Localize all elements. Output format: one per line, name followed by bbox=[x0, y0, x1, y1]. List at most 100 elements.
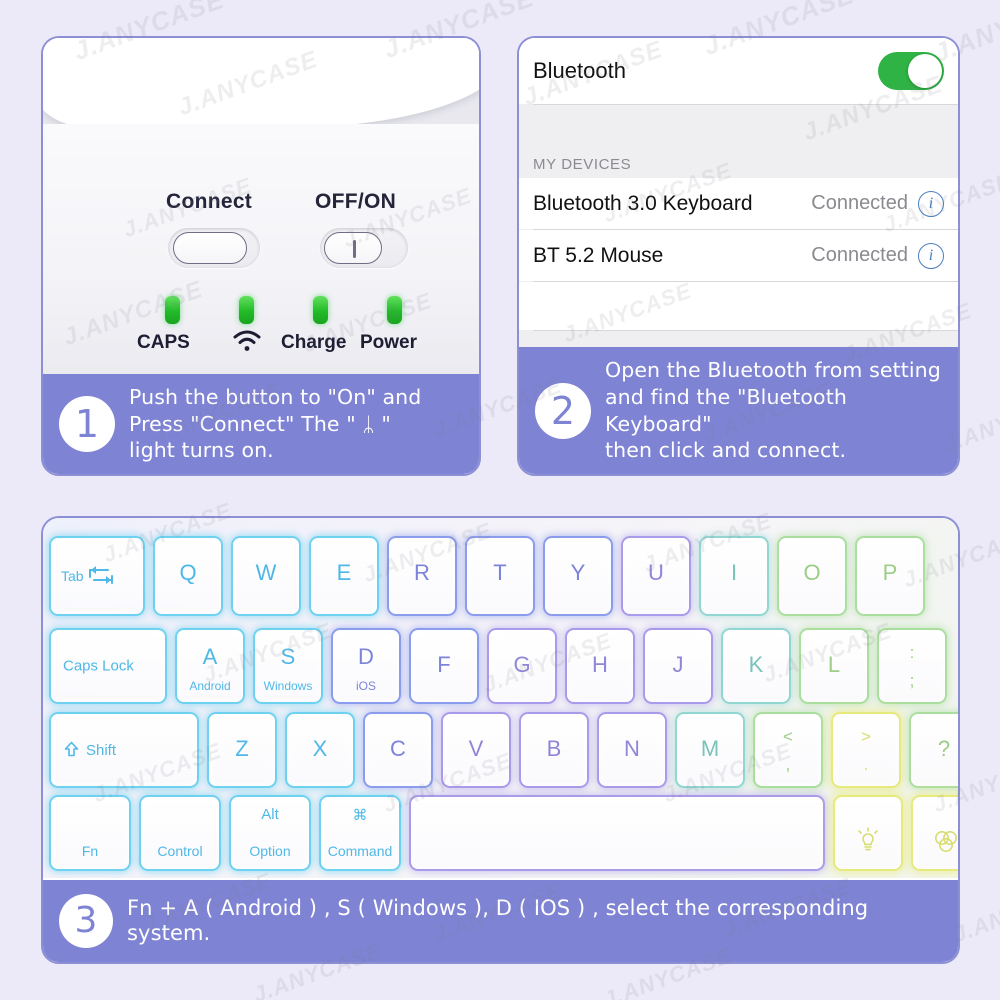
key-h[interactable]: H bbox=[565, 628, 635, 704]
key-:-;[interactable]: :; bbox=[877, 628, 947, 704]
key-b[interactable]: B bbox=[519, 712, 589, 788]
step-1-line-2-b: " bbox=[374, 411, 391, 436]
key-label: T bbox=[493, 560, 507, 585]
key-label-lower: . bbox=[863, 755, 869, 774]
key-j[interactable]: J bbox=[643, 628, 713, 704]
key-k[interactable]: K bbox=[721, 628, 791, 704]
bluetooth-screen: Bluetooth MY DEVICES Bluetooth 3.0 Keybo… bbox=[519, 38, 958, 390]
key-fn[interactable]: Fn bbox=[49, 795, 131, 871]
empty-device-row bbox=[519, 282, 958, 330]
caps-led-label: CAPS bbox=[137, 332, 190, 353]
step-3-text: Fn + A ( Android ) , S ( Windows ), D ( … bbox=[127, 895, 869, 945]
key-option[interactable]: Alt Option bbox=[229, 795, 311, 871]
info-icon[interactable]: i bbox=[918, 190, 944, 217]
key-caps-lock[interactable]: Caps Lock bbox=[49, 628, 167, 704]
key-label: J bbox=[672, 652, 684, 677]
key-label: ? bbox=[937, 736, 951, 761]
bluetooth-title: Bluetooth bbox=[533, 58, 626, 83]
key-e[interactable]: E bbox=[309, 536, 379, 616]
power-switch[interactable] bbox=[320, 228, 408, 268]
key-backlight-icon[interactable] bbox=[833, 795, 903, 871]
step-1-line-2: Press "Connect" The " ᛦ " bbox=[129, 411, 421, 438]
infographic-page: Connect OFF/ON CAPS Charge Power 1 Push … bbox=[0, 0, 1000, 1000]
key-<-,[interactable]: <, bbox=[753, 712, 823, 788]
key-control[interactable]: Control bbox=[139, 795, 221, 871]
key-label: R bbox=[414, 560, 430, 585]
key-label: E bbox=[336, 560, 352, 585]
key-label: Control bbox=[157, 843, 203, 859]
key-label-top: Alt bbox=[261, 806, 279, 823]
key-s[interactable]: S Windows bbox=[253, 628, 323, 704]
tab-arrows-icon bbox=[88, 566, 113, 584]
step-2-card: Bluetooth MY DEVICES Bluetooth 3.0 Keybo… bbox=[517, 36, 960, 476]
key-g[interactable]: G bbox=[487, 628, 557, 704]
key-c[interactable]: C bbox=[363, 712, 433, 788]
key-label: P bbox=[882, 560, 898, 585]
key-label: C bbox=[390, 736, 406, 761]
key-label-lower: ; bbox=[909, 671, 915, 690]
key-label: Command bbox=[327, 843, 393, 859]
key-label-lower: , bbox=[785, 755, 791, 774]
divider bbox=[533, 104, 958, 105]
key-shift[interactable]: Shift bbox=[49, 712, 199, 788]
step-2-line-1: Open the Bluetooth from setting bbox=[605, 358, 941, 383]
bluetooth-toggle[interactable] bbox=[878, 52, 944, 90]
device-row-mouse[interactable]: BT 5.2 Mouse Connected i bbox=[519, 230, 958, 281]
key-?[interactable]: ? bbox=[909, 712, 958, 788]
key-a[interactable]: A Android bbox=[175, 628, 245, 704]
key-label: A bbox=[202, 644, 218, 669]
key->-.[interactable]: >. bbox=[831, 712, 901, 788]
key-d[interactable]: DiOS bbox=[331, 628, 401, 704]
bluetooth-toggle-row[interactable]: Bluetooth bbox=[519, 38, 958, 104]
key-t[interactable]: T bbox=[465, 536, 535, 616]
connect-label: Connect bbox=[166, 190, 253, 213]
bluetooth-icon: ᛦ bbox=[362, 411, 375, 436]
key-q[interactable]: Q bbox=[153, 536, 223, 616]
key-label: I bbox=[730, 560, 738, 585]
key-tab[interactable]: Tab bbox=[49, 536, 145, 616]
key-command[interactable]: ⌘ Command bbox=[319, 795, 401, 871]
key-sublabel: Windows bbox=[263, 679, 313, 693]
key-label-top: ⌘ bbox=[352, 807, 368, 824]
key-label: G bbox=[513, 652, 531, 677]
step-1-text: Push the button to "On" and Press "Conne… bbox=[129, 384, 433, 464]
keyboard: Tab Q W E R T Y U I O P Caps Lock A Android S Windows Di… bbox=[43, 518, 958, 878]
key-i[interactable]: I bbox=[699, 536, 769, 616]
key-r[interactable]: R bbox=[387, 536, 457, 616]
key-v[interactable]: V bbox=[441, 712, 511, 788]
my-devices-header: MY DEVICES bbox=[533, 156, 632, 173]
key-m[interactable]: M bbox=[675, 712, 745, 788]
key-p[interactable]: P bbox=[855, 536, 925, 616]
key-l[interactable]: L bbox=[799, 628, 869, 704]
key-label: D bbox=[358, 644, 374, 669]
device-row-keyboard[interactable]: Bluetooth 3.0 Keyboard Connected i bbox=[519, 178, 958, 229]
key-w[interactable]: W bbox=[231, 536, 301, 616]
backlight-icon bbox=[835, 826, 901, 859]
key-y[interactable]: Y bbox=[543, 536, 613, 616]
key-x[interactable]: X bbox=[285, 712, 355, 788]
key-f[interactable]: F bbox=[409, 628, 479, 704]
step-3-caption: 3 Fn + A ( Android ) , S ( Windows ), D … bbox=[43, 880, 958, 962]
step-1-line-3: light turns on. bbox=[129, 438, 274, 463]
key-label: Shift bbox=[63, 741, 116, 759]
connect-switch-knob bbox=[173, 232, 247, 264]
key-label-upper: : bbox=[909, 643, 915, 662]
key-label: S bbox=[280, 644, 296, 669]
device-name: Bluetooth 3.0 Keyboard bbox=[533, 191, 753, 215]
key-n[interactable]: N bbox=[597, 712, 667, 788]
power-switch-knob bbox=[324, 232, 382, 264]
key-u[interactable]: U bbox=[621, 536, 691, 616]
key-o[interactable]: O bbox=[777, 536, 847, 616]
step-2-number: 2 bbox=[535, 382, 591, 439]
step-1-line-1: Push the button to "On" and bbox=[129, 385, 422, 410]
step-1-line-2-a: Press "Connect" The " bbox=[129, 411, 363, 436]
power-label: OFF/ON bbox=[315, 190, 397, 213]
key-label: X bbox=[312, 736, 328, 761]
key-space[interactable] bbox=[409, 795, 825, 871]
key-rgb-color-icon[interactable] bbox=[911, 795, 958, 871]
key-z[interactable]: Z bbox=[207, 712, 277, 788]
connect-switch[interactable] bbox=[168, 228, 260, 268]
device-photo: Connect OFF/ON CAPS Charge Power bbox=[43, 38, 479, 390]
info-icon[interactable]: i bbox=[918, 242, 944, 269]
key-label: Y bbox=[570, 560, 586, 585]
